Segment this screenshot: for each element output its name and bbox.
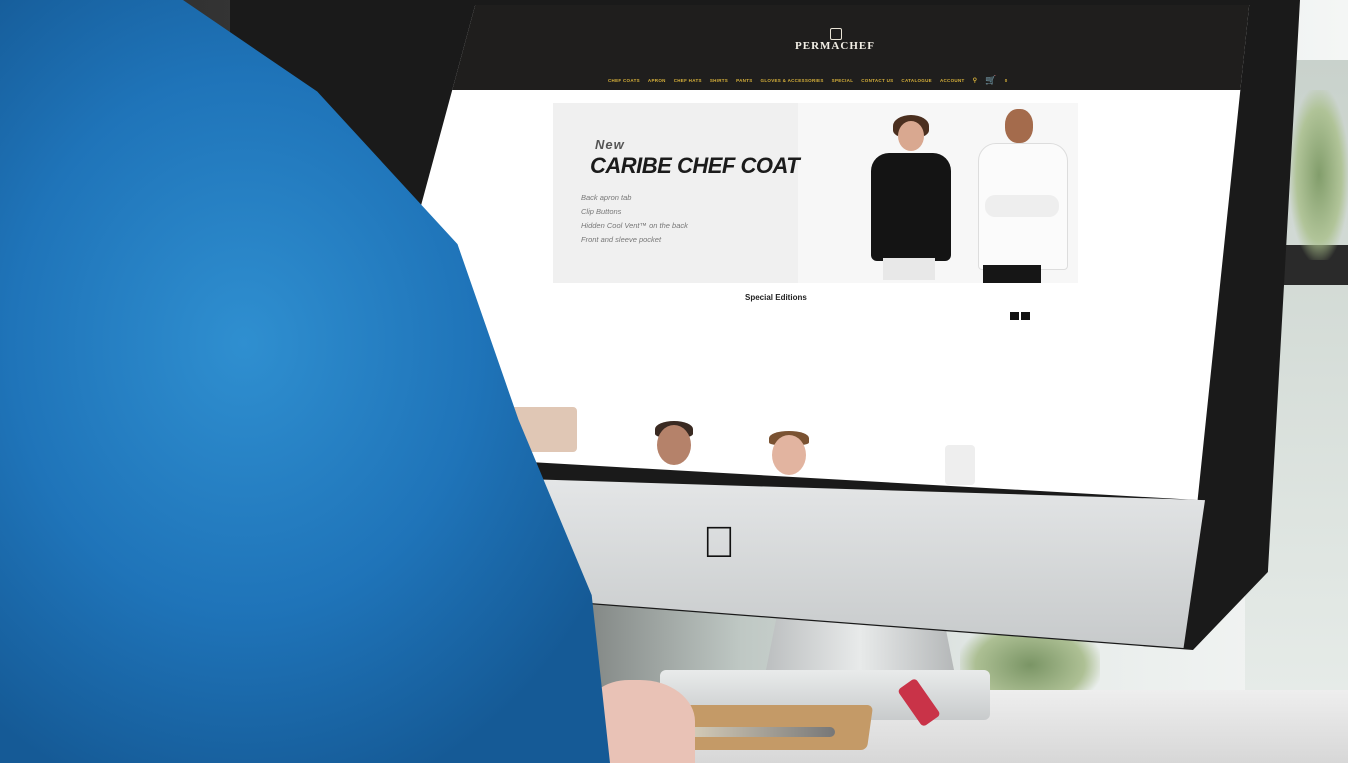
nav-item-shirts[interactable]: SHIRTS <box>710 78 728 83</box>
hero-feature: Front and sleeve pocket <box>581 235 662 244</box>
section-title: Special Editions <box>745 293 807 302</box>
pen <box>690 727 835 737</box>
brand-name[interactable]: PERMACHEF <box>785 40 885 52</box>
hero-feature: Back apron tab <box>581 193 632 202</box>
hero-feature: Clip Buttons <box>581 207 622 216</box>
cart-count: 0 <box>1004 78 1008 83</box>
chef-woman-black-coat <box>871 153 951 261</box>
nav-item-contact[interactable]: CONTACT US <box>861 78 893 83</box>
nav-item-chef-coats[interactable]: CHEF COATS <box>608 78 640 83</box>
product-thumbnail[interactable] <box>772 435 806 475</box>
hero-title: CARIBE CHEF COAT <box>590 153 800 178</box>
nav-item-special[interactable]: SPECIAL <box>832 78 854 83</box>
site-header: PERMACHEF CHEF COATS APRON CHEF HATS SHI… <box>415 5 1250 90</box>
apple-logo-icon:  <box>700 520 738 566</box>
slider-prev-button[interactable] <box>1010 312 1019 320</box>
hero-kicker: New <box>595 137 625 152</box>
main-nav: CHEF COATS APRON CHEF HATS SHIRTS PANTS … <box>608 75 1008 86</box>
hero-feature: Hidden Cool Vent™ on the back <box>581 221 688 230</box>
chef-woman-pants <box>883 258 935 280</box>
nav-item-catalogue[interactable]: CATALOGUE <box>901 78 932 83</box>
chef-man-arms <box>985 195 1059 217</box>
cart-icon[interactable]: 🛒 <box>985 75 997 86</box>
slider-controls <box>1010 312 1030 320</box>
slider-next-button[interactable] <box>1021 312 1030 320</box>
nav-item-account[interactable]: ACCOUNT <box>940 78 965 83</box>
chef-woman-head <box>898 121 924 151</box>
chef-man-head <box>1005 109 1033 143</box>
brand-logo-icon <box>830 28 842 40</box>
website-screen: PERMACHEF CHEF COATS APRON CHEF HATS SHI… <box>415 5 1250 500</box>
product-thumbnail[interactable] <box>945 445 975 485</box>
search-icon[interactable]: ⚲ <box>973 77 978 84</box>
product-thumbnail[interactable] <box>657 425 691 465</box>
chef-man-pants <box>983 265 1041 283</box>
hero-banner[interactable]: New CARIBE CHEF COAT Back apron tab Clip… <box>553 103 1078 283</box>
nav-item-chef-hats[interactable]: CHEF HATS <box>674 78 702 83</box>
monitor-chin <box>490 478 1205 648</box>
nav-item-gloves[interactable]: GLOVES & ACCESSORIES <box>761 78 824 83</box>
photo-scene:  PERMACHEF CHEF COATS APRON CHEF HATS S… <box>0 0 1348 763</box>
hero-features: Back apron tab Clip Buttons Hidden Cool … <box>581 191 688 247</box>
nav-item-apron[interactable]: APRON <box>648 78 666 83</box>
nav-item-pants[interactable]: PANTS <box>736 78 752 83</box>
